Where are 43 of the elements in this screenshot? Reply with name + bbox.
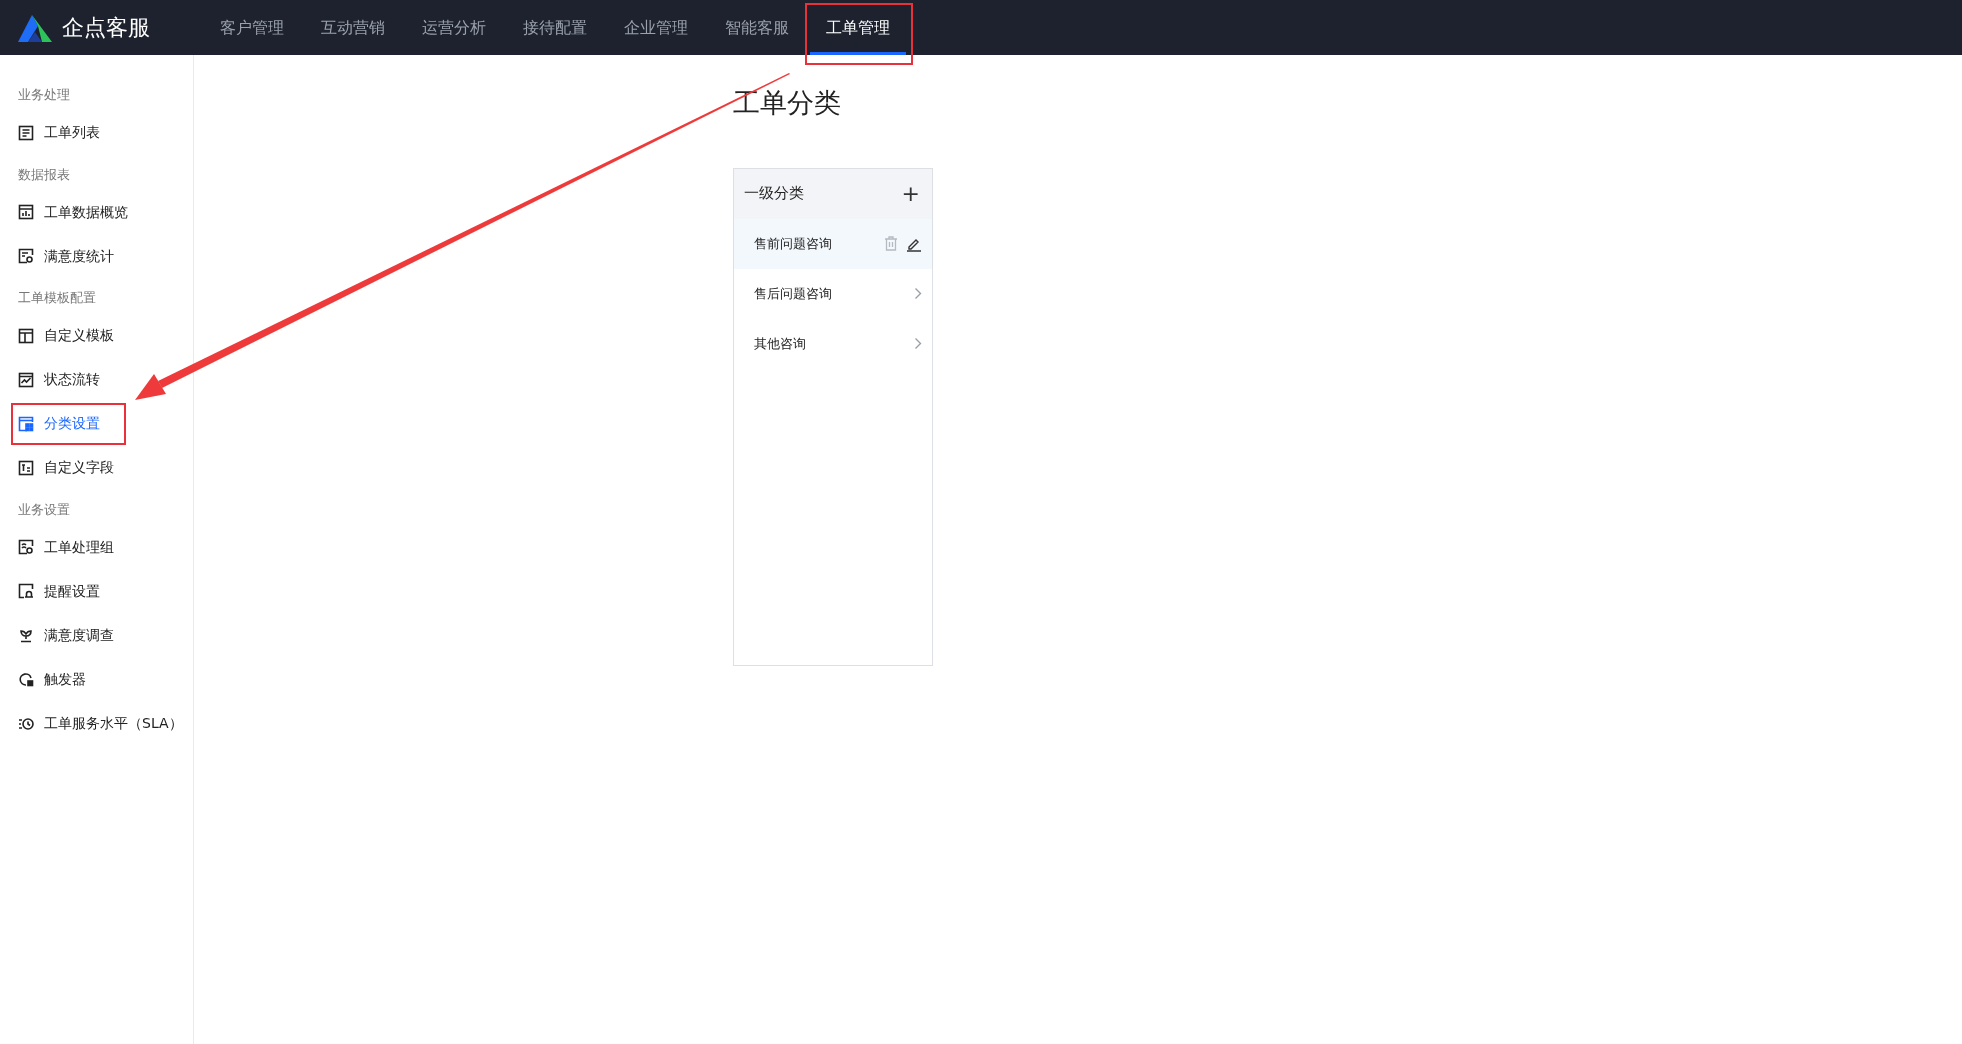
- nav-tab[interactable]: 工单管理: [810, 0, 906, 55]
- sidebar-item[interactable]: 工单服务水平（SLA）: [0, 701, 193, 745]
- sidebar-item[interactable]: 提醒设置: [0, 569, 193, 613]
- sidebar-item[interactable]: 自定义模板: [0, 313, 193, 358]
- nav-tab[interactable]: 企业管理: [608, 0, 704, 55]
- report-gear-icon: [18, 248, 34, 264]
- nav-tab[interactable]: 接待配置: [507, 0, 603, 55]
- sidebar-item[interactable]: 满意度调查: [0, 613, 193, 657]
- chart-icon: [18, 204, 34, 220]
- bell-icon: [18, 583, 34, 599]
- field-icon: [18, 459, 34, 476]
- sidebar-item[interactable]: 自定义字段: [0, 445, 193, 490]
- clock-icon: [18, 715, 34, 731]
- sidebar-group-title: 数据报表: [17, 165, 71, 184]
- brand-name: 企点客服: [62, 14, 150, 42]
- sidebar-item[interactable]: 触发器: [0, 657, 193, 701]
- sidebar-item[interactable]: 满意度统计: [0, 234, 193, 278]
- sidebar-item[interactable]: 分类设置: [0, 401, 193, 446]
- sidebar-item[interactable]: 工单列表: [0, 110, 193, 155]
- trigger-icon: [18, 671, 34, 687]
- layout-icon: [18, 327, 34, 344]
- sidebar-group-title: 业务设置: [17, 500, 71, 519]
- add-button[interactable]: +: [899, 182, 922, 205]
- category-item[interactable]: 售后问题咨询: [734, 268, 932, 319]
- panel-title: 一级分类: [744, 183, 804, 205]
- group-gear-icon: [18, 539, 34, 555]
- nav-tab[interactable]: 互动营销: [305, 0, 401, 55]
- category-item[interactable]: 其他咨询: [734, 318, 932, 369]
- chevron-right-icon[interactable]: [914, 287, 922, 300]
- sidebar-item[interactable]: 工单处理组: [0, 525, 193, 569]
- category-grid-icon: [18, 415, 34, 432]
- trend-icon: [18, 371, 34, 388]
- chevron-right-icon[interactable]: [914, 337, 922, 350]
- sidebar-item[interactable]: 状态流转: [0, 357, 193, 402]
- sidebar-group-title: 工单模板配置: [17, 289, 97, 307]
- trash-icon[interactable]: [884, 236, 898, 251]
- nav-tab[interactable]: 智能客服: [709, 0, 805, 55]
- sidebar-item[interactable]: 工单数据概览: [0, 190, 193, 234]
- category-item[interactable]: 售前问题咨询: [734, 218, 932, 269]
- nav-tab[interactable]: 运营分析: [406, 0, 502, 55]
- sidebar-group-title: 业务处理: [17, 86, 71, 104]
- nav-tab[interactable]: 客户管理: [204, 0, 300, 55]
- list-icon: [18, 124, 34, 141]
